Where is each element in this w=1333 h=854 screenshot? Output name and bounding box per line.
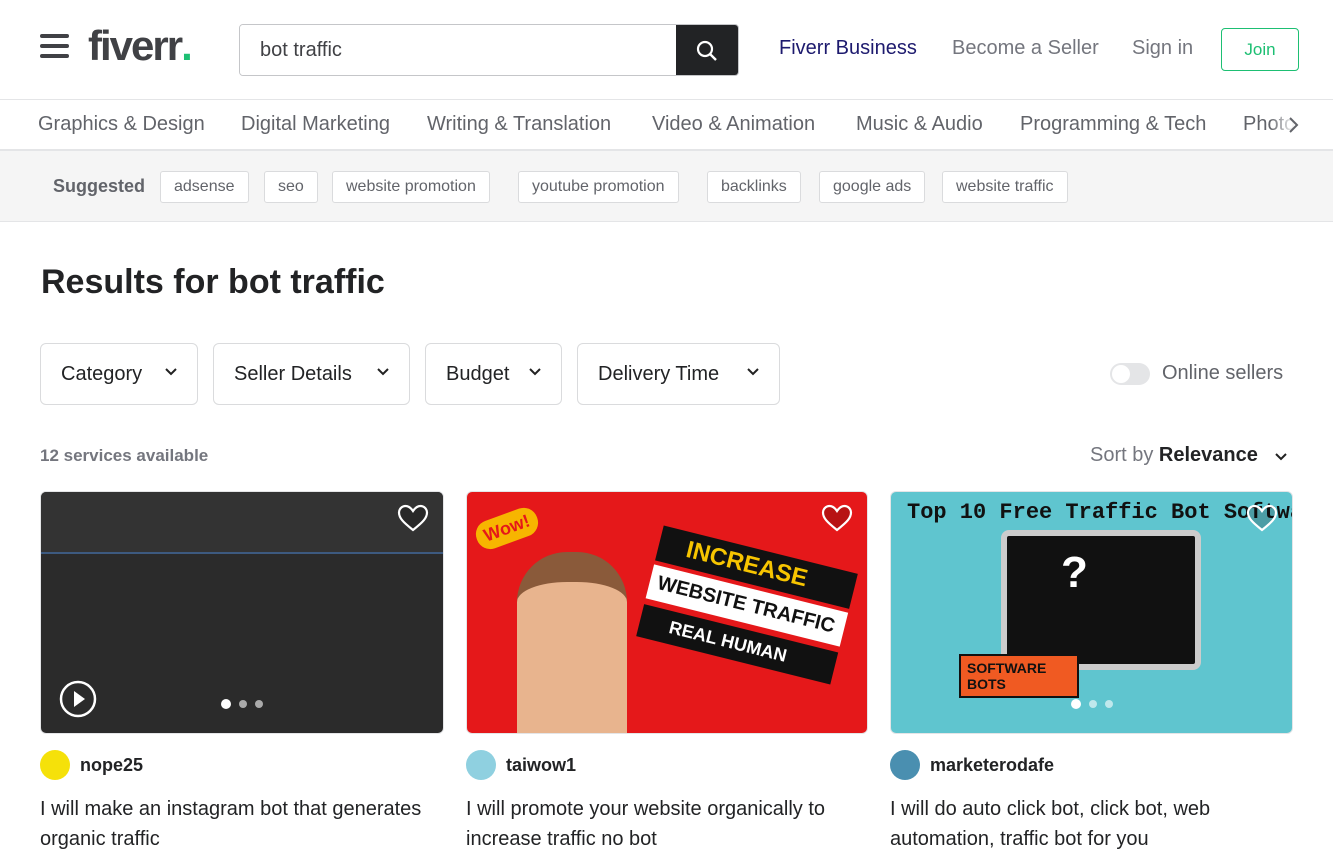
heart-icon[interactable] bbox=[1246, 504, 1278, 532]
suggested-tag[interactable]: adsense bbox=[160, 171, 249, 203]
chevron-right-icon bbox=[1289, 117, 1299, 133]
suggested-tag[interactable]: website traffic bbox=[942, 171, 1068, 203]
gig-image[interactable]: Top 10 Free Traffic Bot Software ? SOFTW… bbox=[890, 491, 1293, 734]
chevron-down-icon bbox=[165, 368, 177, 376]
filter-category[interactable]: Category bbox=[40, 343, 198, 405]
sort-value: Relevance bbox=[1158, 444, 1258, 466]
header: fiverr. Fiverr Business Become a Seller … bbox=[0, 0, 1333, 100]
search-button[interactable] bbox=[676, 25, 738, 75]
seller-info[interactable]: marketerodafe bbox=[890, 750, 1054, 780]
suggested-label: Suggested bbox=[53, 176, 146, 196]
online-sellers-toggle[interactable] bbox=[1110, 363, 1150, 385]
carousel-dots[interactable] bbox=[1070, 699, 1113, 709]
gig-title[interactable]: I will promote your website organically … bbox=[466, 794, 866, 854]
image-text: Top 10 Free Traffic Bot Software bbox=[907, 500, 1293, 525]
play-icon[interactable] bbox=[59, 680, 97, 718]
page-title: Results for bot traffic bbox=[41, 263, 385, 302]
avatar[interactable] bbox=[466, 750, 496, 780]
logo-dot: . bbox=[181, 22, 193, 69]
sort-label: Sort by bbox=[1090, 444, 1159, 466]
category-writing-translation[interactable]: Writing & Translation bbox=[427, 113, 611, 136]
chevron-down-icon bbox=[377, 368, 389, 376]
sort-dropdown[interactable]: Sort by Relevance bbox=[1090, 444, 1288, 467]
suggested-bar: Suggested adsense seo website promotion … bbox=[0, 151, 1333, 222]
search-input[interactable] bbox=[240, 25, 678, 75]
search-bar bbox=[239, 24, 739, 76]
category-programming-tech[interactable]: Programming & Tech bbox=[1020, 113, 1206, 136]
filter-label: Category bbox=[61, 362, 143, 385]
title-prefix: Results for bbox=[41, 263, 229, 301]
image-text: ? bbox=[1061, 548, 1088, 597]
search-icon bbox=[696, 40, 717, 61]
avatar[interactable] bbox=[890, 750, 920, 780]
suggested-tag[interactable]: youtube promotion bbox=[518, 171, 679, 203]
category-video-animation[interactable]: Video & Animation bbox=[652, 113, 815, 136]
suggested-tag[interactable]: website promotion bbox=[332, 171, 490, 203]
chevron-down-icon bbox=[1275, 453, 1288, 461]
seller-info[interactable]: nope25 bbox=[40, 750, 143, 780]
logo-text: fiverr bbox=[88, 22, 183, 69]
menu-icon[interactable] bbox=[40, 34, 69, 58]
heart-icon[interactable] bbox=[397, 504, 429, 532]
filter-delivery-time[interactable]: Delivery Time bbox=[577, 343, 780, 405]
chevron-down-icon bbox=[529, 368, 541, 376]
gig-title[interactable]: I will make an instagram bot that genera… bbox=[40, 794, 440, 854]
join-button[interactable]: Join bbox=[1221, 28, 1299, 71]
avatar[interactable] bbox=[40, 750, 70, 780]
gig-card[interactable]: Top 10 Free Traffic Bot Software ? SOFTW… bbox=[890, 491, 1293, 850]
fiverr-logo[interactable]: fiverr. bbox=[88, 22, 193, 70]
sign-in-link[interactable]: Sign in bbox=[1132, 37, 1193, 60]
gig-card[interactable]: nope25 I will make an instagram bot that… bbox=[40, 491, 444, 850]
suggested-tag[interactable]: backlinks bbox=[707, 171, 801, 203]
filter-label: Seller Details bbox=[234, 362, 352, 385]
heart-icon[interactable] bbox=[821, 504, 853, 532]
become-seller-link[interactable]: Become a Seller bbox=[952, 37, 1099, 60]
filter-budget[interactable]: Budget bbox=[425, 343, 562, 405]
seller-name[interactable]: nope25 bbox=[80, 755, 143, 776]
filter-label: Delivery Time bbox=[598, 362, 720, 385]
image-text: Wow! bbox=[471, 503, 542, 554]
services-count: 12 services available bbox=[40, 446, 209, 465]
carousel-dots[interactable] bbox=[221, 699, 263, 709]
gig-title[interactable]: I will do auto click bot, click bot, web… bbox=[890, 794, 1290, 854]
scroll-right-button[interactable] bbox=[1270, 100, 1333, 149]
category-graphics-design[interactable]: Graphics & Design bbox=[38, 113, 205, 136]
online-sellers-label: Online sellers bbox=[1162, 362, 1284, 384]
gig-card[interactable]: Wow! INCREASE WEBSITE TRAFFIC REAL HUMAN… bbox=[466, 491, 868, 850]
category-music-audio[interactable]: Music & Audio bbox=[856, 113, 983, 136]
filter-label: Budget bbox=[446, 362, 510, 385]
suggested-tag[interactable]: seo bbox=[264, 171, 318, 203]
fiverr-business-link[interactable]: Fiverr Business bbox=[779, 37, 917, 60]
title-query: bot traffic bbox=[228, 263, 385, 301]
gig-image[interactable]: Wow! INCREASE WEBSITE TRAFFIC REAL HUMAN bbox=[466, 491, 868, 734]
seller-info[interactable]: taiwow1 bbox=[466, 750, 576, 780]
seller-name[interactable]: marketerodafe bbox=[930, 755, 1054, 776]
chevron-down-icon bbox=[747, 368, 759, 376]
image-text: SOFTWARE BOTS bbox=[959, 654, 1079, 698]
filter-seller-details[interactable]: Seller Details bbox=[213, 343, 410, 405]
suggested-tag[interactable]: google ads bbox=[819, 171, 926, 203]
seller-name[interactable]: taiwow1 bbox=[506, 755, 576, 776]
category-nav: Graphics & Design Digital Marketing Writ… bbox=[0, 100, 1333, 151]
category-digital-marketing[interactable]: Digital Marketing bbox=[241, 113, 390, 136]
gig-image[interactable] bbox=[40, 491, 444, 734]
